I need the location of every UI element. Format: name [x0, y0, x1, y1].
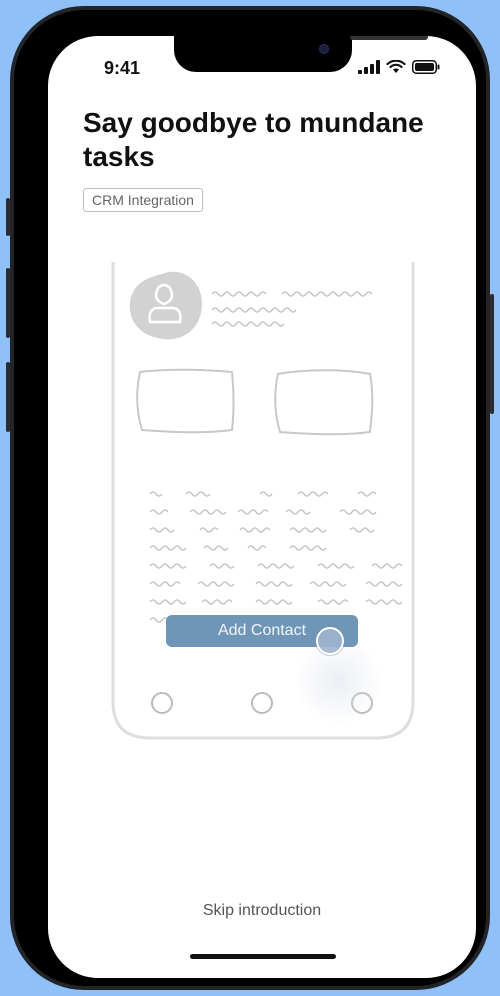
wifi-icon: [386, 60, 406, 73]
scribble-line: [199, 527, 219, 533]
scribble-line: [247, 545, 267, 551]
scribble-line: [285, 509, 311, 515]
speaker: [350, 36, 428, 40]
page-title: Say goodbye to mundane tasks: [83, 107, 424, 172]
text-scribbles: [149, 491, 403, 623]
nav-dot-1: [151, 692, 173, 714]
scribble-line: [309, 581, 347, 587]
volume-up-button: [6, 268, 10, 338]
scribble-line: [317, 563, 355, 569]
scribble-line: [365, 581, 403, 587]
scribble-line: [255, 581, 293, 587]
scribble-line: [289, 527, 327, 533]
scribble-line: [289, 545, 327, 551]
signal-icon: [358, 60, 380, 74]
scribble-line: [149, 527, 175, 533]
screen: 9:41 Say goodbye to mundane tasks CRM In…: [48, 36, 476, 978]
scribble-line: [365, 599, 403, 605]
scribble-line: [149, 563, 187, 569]
category-tag: CRM Integration: [83, 188, 203, 212]
avatar-placeholder: [129, 271, 202, 340]
scribble-line: [149, 491, 163, 497]
scribble-line: [357, 491, 377, 497]
scribble-line: [189, 509, 227, 515]
scribble-line: [297, 491, 329, 497]
header-scribbles: [211, 291, 373, 327]
scribble-line: [257, 563, 295, 569]
phone-frame: 9:41 Say goodbye to mundane tasks CRM In…: [6, 6, 494, 990]
skip-introduction-link[interactable]: Skip introduction: [48, 902, 476, 920]
scribble-line: [203, 545, 229, 551]
home-indicator[interactable]: [190, 954, 336, 959]
scribble-line: [201, 599, 233, 605]
power-button: [490, 294, 494, 414]
card-right: [274, 369, 374, 436]
card-left: [136, 368, 235, 434]
scribble-line: [255, 599, 293, 605]
notch: [174, 36, 428, 72]
scribble-line: [185, 491, 211, 497]
scribble-line: [149, 581, 181, 587]
scribble-line: [317, 599, 349, 605]
status-icons: [358, 60, 440, 74]
scribble-line: [197, 581, 235, 587]
scribble-line: [259, 491, 273, 497]
battery-icon: [412, 60, 440, 74]
scribble-line: [209, 563, 235, 569]
status-time: 9:41: [104, 58, 141, 78]
scribble-line: [349, 527, 375, 533]
nav-dot-2: [251, 692, 273, 714]
touch-indicator: [316, 627, 344, 655]
scribble-line: [149, 599, 187, 605]
scribble-line: [237, 509, 269, 515]
scribble-line: [239, 527, 271, 533]
action-button: [6, 198, 10, 236]
camera-icon: [319, 44, 329, 54]
scribble-line: [149, 509, 169, 515]
scribble-line: [339, 509, 377, 515]
scribble-line: [371, 563, 403, 569]
scribble-line: [149, 545, 187, 551]
volume-down-button: [6, 362, 10, 432]
